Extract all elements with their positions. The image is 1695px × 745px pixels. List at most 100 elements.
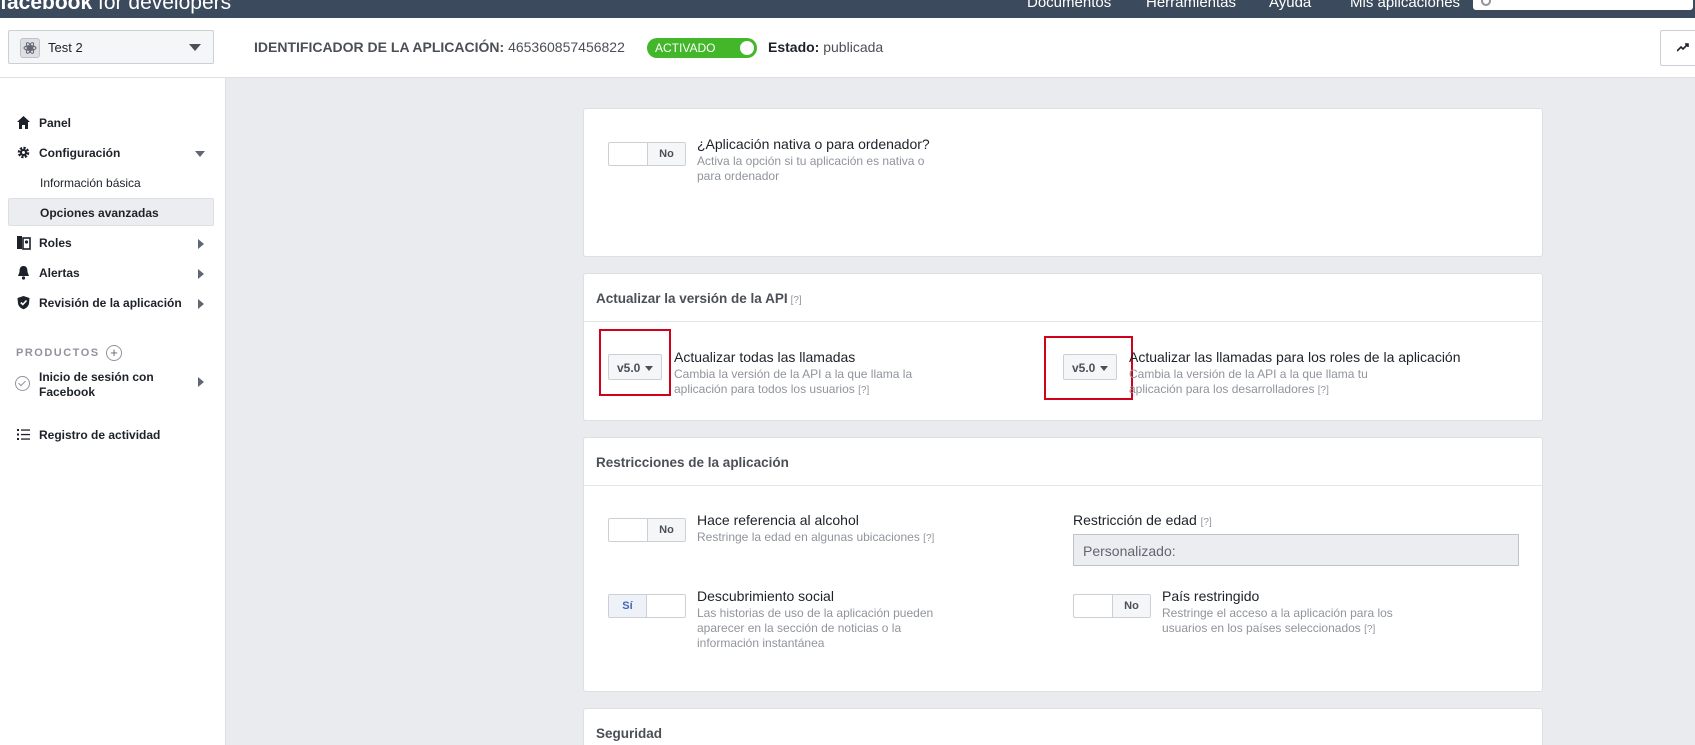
sidebar-subitem-advanced-options[interactable]: Opciones avanzadas bbox=[8, 198, 214, 226]
sidebar-item-facebook-login[interactable]: Inicio de sesión con Facebook bbox=[39, 370, 154, 400]
sidebar-item-label: Configuración bbox=[39, 146, 121, 160]
panel-title-text: Actualizar la versión de la API bbox=[596, 291, 788, 306]
version-value: v5.0 bbox=[1072, 361, 1096, 375]
search-icon bbox=[1481, 0, 1491, 6]
list-icon bbox=[17, 429, 30, 440]
native-app-description: Activa la opción si tu aplicación es nat… bbox=[697, 154, 924, 184]
social-discovery-title: Descubrimiento social bbox=[697, 588, 834, 604]
description-line: Restringe el acceso a la aplicación para… bbox=[1162, 606, 1393, 620]
help-icon[interactable]: [?] bbox=[858, 385, 869, 396]
nav-documents[interactable]: Documentos bbox=[1027, 0, 1111, 11]
nav-tools[interactable]: Herramientas bbox=[1146, 0, 1236, 11]
status-label: Estado: bbox=[768, 39, 820, 55]
alcohol-title: Hace referencia al alcohol bbox=[697, 512, 859, 528]
description-line: Cambia la versión de la API a la que lla… bbox=[674, 367, 913, 381]
bell-icon bbox=[18, 266, 29, 280]
search-input[interactable] bbox=[1473, 0, 1693, 10]
add-product-icon[interactable]: + bbox=[106, 345, 122, 361]
app-id: IDENTIFICADOR DE LA APLICACIÓN: 46536085… bbox=[254, 39, 625, 55]
restricted-country-title: País restringido bbox=[1162, 588, 1260, 604]
age-restriction-title: Restricción de edad [?] bbox=[1073, 512, 1212, 530]
facebook-developers-logo[interactable]: facebook for developers bbox=[0, 0, 231, 15]
sidebar-item-label: Roles bbox=[39, 236, 72, 250]
sidebar-item-label: Registro de actividad bbox=[39, 428, 161, 442]
app-live-toggle[interactable]: ACTIVADO bbox=[647, 38, 757, 58]
status-value: publicada bbox=[823, 39, 884, 55]
app-id-value: 465360857456822 bbox=[508, 39, 625, 55]
api-version-panel: Actualizar la versión de la API [?] v5.0 … bbox=[583, 273, 1543, 421]
logo-suffix: for developers bbox=[98, 0, 232, 14]
chevron-down-icon bbox=[189, 44, 201, 51]
age-restriction-field[interactable]: Personalizado: bbox=[1073, 534, 1519, 566]
description-line: información instantánea bbox=[697, 636, 825, 650]
toggle-label: No bbox=[647, 519, 685, 541]
restricted-country-description: Restringe el acceso a la aplicación para… bbox=[1162, 606, 1393, 637]
check-circle-icon bbox=[15, 376, 30, 391]
age-restriction-value: Personalizado: bbox=[1083, 543, 1176, 559]
all-calls-version-select[interactable]: v5.0 bbox=[608, 354, 662, 380]
sidebar-subitem-label: Opciones avanzadas bbox=[40, 206, 159, 220]
role-calls-version-select[interactable]: v5.0 bbox=[1063, 354, 1117, 380]
top-navigation-bar: facebook for developers Documentos Herra… bbox=[0, 0, 1695, 18]
api-version-header: Actualizar la versión de la API [?] bbox=[584, 274, 1542, 322]
trending-up-icon bbox=[1677, 43, 1689, 52]
toggle-knob bbox=[740, 41, 754, 55]
social-discovery-toggle[interactable]: Sí bbox=[608, 594, 686, 618]
chevron-right-icon bbox=[198, 299, 204, 309]
app-selector-dropdown[interactable]: Test 2 bbox=[8, 30, 214, 64]
shield-icon bbox=[17, 296, 30, 310]
description-line: aplicación para los desarrolladores bbox=[1129, 382, 1315, 396]
logo-brand: facebook bbox=[0, 0, 93, 14]
app-icon bbox=[20, 38, 40, 58]
role-calls-description: Cambia la versión de la API a la que lla… bbox=[1129, 367, 1368, 398]
app-name: Test 2 bbox=[48, 40, 83, 55]
help-icon[interactable]: [?] bbox=[1364, 624, 1375, 635]
toggle-label: Sí bbox=[609, 595, 647, 617]
native-app-toggle[interactable]: No bbox=[608, 142, 686, 166]
description-line: Restringe la edad en algunas ubicaciones bbox=[697, 530, 920, 544]
description-line: aparecer en la sección de noticias o la bbox=[697, 621, 902, 635]
app-restrictions-title: Restricciones de la aplicación bbox=[596, 455, 789, 470]
restricted-country-toggle[interactable]: No bbox=[1073, 594, 1151, 618]
app-live-toggle-label: ACTIVADO bbox=[655, 41, 716, 55]
all-calls-title: Actualizar todas las llamadas bbox=[674, 349, 856, 365]
native-app-title: ¿Aplicación nativa o para ordenador? bbox=[697, 136, 930, 152]
native-app-panel: No ¿Aplicación nativa o para ordenador? … bbox=[583, 108, 1543, 257]
nav-help[interactable]: Ayuda bbox=[1269, 0, 1311, 11]
version-value: v5.0 bbox=[617, 361, 641, 375]
sidebar-item-label: Revisión de la aplicación bbox=[39, 296, 182, 310]
alcohol-description: Restringe la edad en algunas ubicaciones… bbox=[697, 530, 934, 546]
security-panel: Seguridad bbox=[583, 708, 1543, 745]
security-header: Seguridad bbox=[584, 709, 1542, 745]
help-icon[interactable]: [?] bbox=[791, 295, 802, 306]
roles-icon bbox=[17, 236, 31, 250]
age-restriction-label: Restricción de edad bbox=[1073, 512, 1197, 528]
nav-my-apps[interactable]: Mis aplicaciones bbox=[1350, 0, 1460, 11]
chevron-down-icon bbox=[1100, 366, 1108, 371]
alcohol-toggle[interactable]: No bbox=[608, 518, 686, 542]
description-line: Activa la opción si tu aplicación es nat… bbox=[697, 154, 925, 168]
analytics-button[interactable] bbox=[1660, 30, 1695, 66]
chevron-right-icon bbox=[198, 239, 204, 249]
description-line: para ordenador bbox=[697, 169, 780, 183]
description-line: usuarios en los países seleccionados bbox=[1162, 621, 1361, 635]
toggle-label: No bbox=[1112, 595, 1150, 617]
chevron-down-icon bbox=[645, 366, 653, 371]
products-header: PRODUCTOS bbox=[16, 347, 100, 359]
description-line: Cambia la versión de la API a la que lla… bbox=[1129, 367, 1368, 381]
sidebar-item-label: Alertas bbox=[39, 266, 80, 280]
help-icon[interactable]: [?] bbox=[1201, 517, 1212, 528]
social-discovery-description: Las historias de uso de la aplicación pu… bbox=[697, 606, 933, 651]
chevron-right-icon bbox=[198, 269, 204, 279]
chevron-down-icon[interactable] bbox=[195, 151, 205, 157]
sidebar-item-label: Facebook bbox=[39, 385, 96, 399]
all-calls-description: Cambia la versión de la API a la que lla… bbox=[674, 367, 912, 398]
description-line: Las historias de uso de la aplicación pu… bbox=[697, 606, 934, 620]
role-calls-title: Actualizar las llamadas para los roles d… bbox=[1129, 349, 1461, 365]
app-restrictions-panel: Restricciones de la aplicación No Hace r… bbox=[583, 437, 1543, 692]
help-icon[interactable]: [?] bbox=[923, 533, 934, 544]
sidebar-subitem-basic-info[interactable]: Información básica bbox=[40, 176, 141, 190]
help-icon[interactable]: [?] bbox=[1318, 385, 1329, 396]
app-status: Estado: publicada bbox=[768, 39, 883, 55]
app-header: Test 2 IDENTIFICADOR DE LA APLICACIÓN: 4… bbox=[0, 18, 1695, 78]
